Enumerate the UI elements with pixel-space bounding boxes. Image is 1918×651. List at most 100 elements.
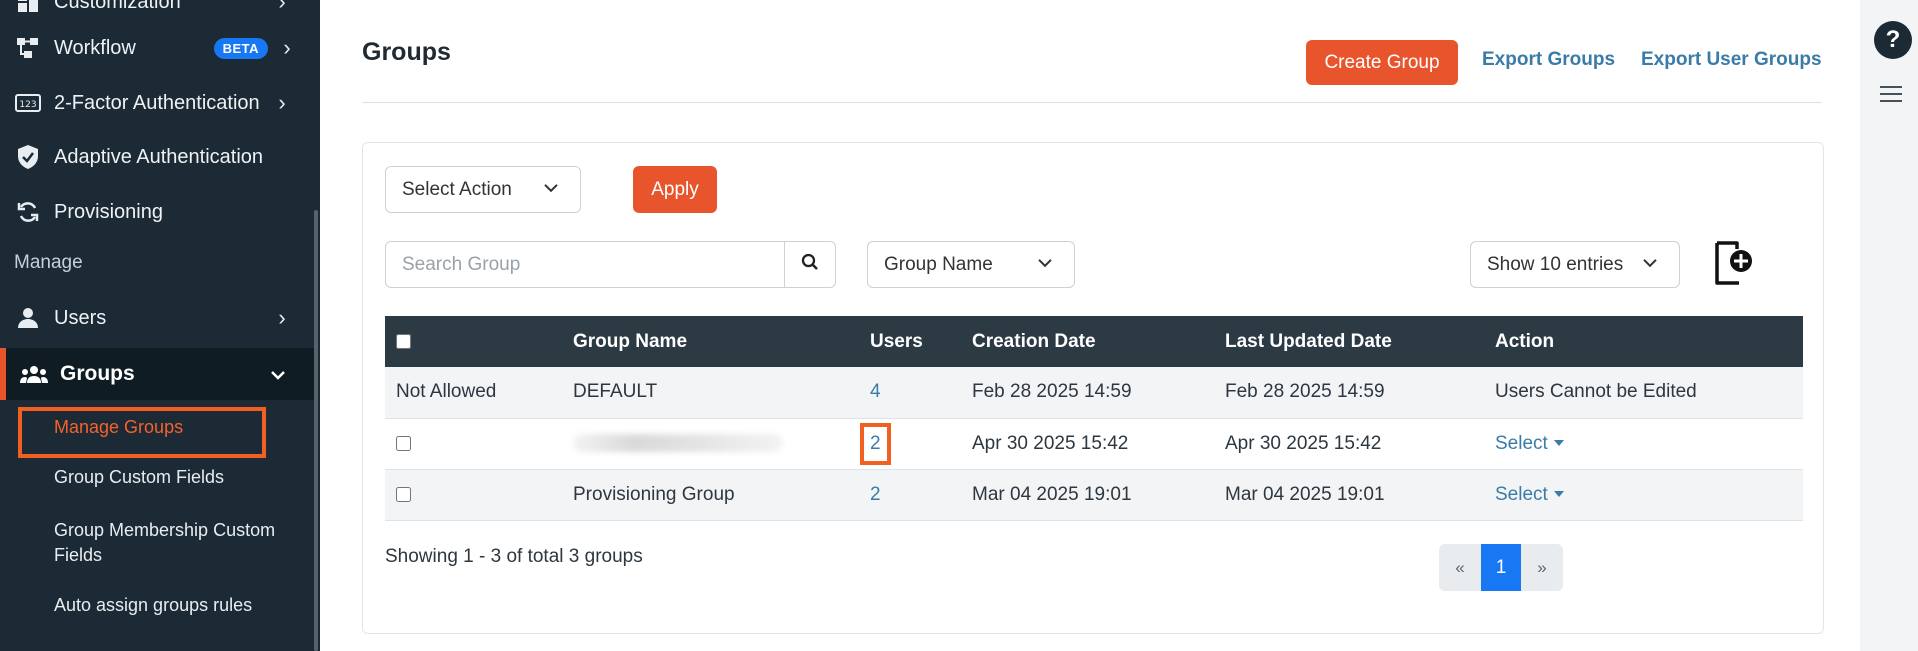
column-header-creation-date[interactable]: Creation Date	[961, 316, 1214, 367]
beta-badge: BETA	[213, 37, 268, 59]
entries-per-page-value: Show 10 entries	[1487, 253, 1624, 275]
chevron-down-icon	[540, 176, 562, 198]
chevron-down-icon	[270, 362, 294, 386]
column-header-group-name[interactable]: Group Name	[562, 316, 859, 367]
sidebar: Customization › Workflow BETA › 123 2-Fa…	[0, 0, 320, 651]
sidebar-item-label: 2-Factor Authentication	[54, 91, 260, 114]
pagination-next[interactable]: »	[1521, 544, 1563, 591]
group-name-filter-value: Group Name	[884, 253, 993, 275]
workflow-icon	[14, 34, 42, 62]
divider	[362, 102, 1822, 103]
cell-group-name: Provisioning Group	[573, 483, 735, 505]
chevron-right-icon: ›	[278, 90, 286, 115]
header-select-all	[385, 316, 562, 367]
chevron-right-icon: ›	[278, 0, 286, 14]
chevron-down-icon	[1034, 251, 1056, 273]
sidebar-item-label: Adaptive Authentication	[54, 145, 264, 168]
highlight-box: 2	[860, 422, 891, 465]
cell-group-name: DEFAULT	[573, 381, 658, 403]
sidebar-item-label: Provisioning	[54, 200, 163, 223]
123-icon: 123	[14, 89, 42, 117]
column-header-users[interactable]: Users	[859, 316, 961, 367]
pagination: « 1 »	[1439, 544, 1563, 591]
redacted-group-name	[573, 434, 783, 453]
select-all-checkbox[interactable]	[396, 333, 411, 349]
caret-down-icon	[1553, 440, 1564, 447]
dashboard-icon	[14, 0, 42, 16]
row-action-dropdown[interactable]: Select	[1495, 433, 1564, 454]
sidebar-subitem-auto-assign-groups-rules[interactable]: Auto assign groups rules	[54, 593, 252, 618]
sidebar-item-label: Customization	[54, 0, 181, 13]
cell-group-name	[562, 418, 859, 469]
pagination-prev[interactable]: «	[1439, 544, 1481, 591]
sidebar-scrollbar[interactable]	[314, 210, 318, 651]
cell-creation-date: Feb 28 2025 14:59	[972, 381, 1132, 403]
main-content: Groups Create Group Export Groups Export…	[320, 0, 1860, 651]
group-name-filter-dropdown[interactable]: Group Name	[867, 241, 1075, 288]
showing-count: Showing 1 - 3 of total 3 groups	[385, 546, 643, 567]
hamburger-menu-icon[interactable]	[1880, 86, 1902, 107]
user-icon	[14, 304, 42, 332]
table-row: Not Allowed DEFAULT 4 Feb 28 2025 14:59 …	[385, 367, 1803, 418]
cell-last-updated-date: Apr 30 2025 15:42	[1225, 432, 1382, 454]
groups-card: Select Action Apply Group Name Show 10 e…	[362, 142, 1824, 634]
sidebar-item-adaptive-authentication[interactable]: Adaptive Authentication	[0, 133, 314, 181]
table-row: Provisioning Group 2 Mar 04 2025 19:01 M…	[385, 469, 1803, 520]
create-group-button[interactable]: Create Group	[1306, 40, 1458, 85]
table-header-row: Group Name Users Creation Date Last Upda…	[385, 316, 1803, 367]
sidebar-item-provisioning[interactable]: Provisioning	[0, 188, 314, 236]
search-input[interactable]	[385, 241, 785, 288]
sidebar-item-groups[interactable]: Groups	[0, 348, 314, 400]
column-header-action: Action	[1495, 330, 1555, 352]
chevron-right-icon: ›	[283, 35, 291, 60]
cell-last-updated-date: Mar 04 2025 19:01	[1225, 483, 1385, 505]
column-header-last-updated-date[interactable]: Last Updated Date	[1214, 316, 1484, 367]
row-checkbox[interactable]	[396, 435, 411, 451]
add-document-icon[interactable]	[1713, 239, 1755, 287]
select-action-dropdown[interactable]: Select Action	[385, 166, 581, 213]
row-action-label: Select	[1495, 483, 1548, 505]
cell-action-text: Users Cannot be Edited	[1495, 381, 1697, 403]
shield-check-icon	[14, 143, 42, 171]
row-action-label: Select	[1495, 432, 1548, 454]
page-title: Groups	[362, 38, 451, 66]
sidebar-item-users[interactable]: Users ›	[0, 294, 314, 342]
sidebar-subitem-group-custom-fields[interactable]: Group Custom Fields	[54, 465, 224, 490]
right-rail: ?	[1860, 0, 1918, 651]
sidebar-item-2fa[interactable]: 123 2-Factor Authentication ›	[0, 79, 314, 127]
cell-users-link[interactable]: 2	[870, 484, 881, 505]
select-action-value: Select Action	[402, 178, 512, 200]
pagination-page-1[interactable]: 1	[1481, 544, 1521, 591]
sidebar-subitem-group-membership-custom-fields[interactable]: Group Membership Custom Fields	[54, 518, 304, 568]
entries-per-page-dropdown[interactable]: Show 10 entries	[1470, 241, 1680, 288]
cell-last-updated-date: Feb 28 2025 14:59	[1225, 381, 1385, 403]
sidebar-item-label: Workflow	[54, 36, 136, 59]
export-user-groups-link[interactable]: Export User Groups	[1641, 49, 1822, 71]
cell-creation-date: Apr 30 2025 15:42	[972, 432, 1129, 454]
sidebar-item-workflow[interactable]: Workflow BETA ›	[0, 24, 314, 72]
chevron-right-icon: ›	[278, 305, 286, 330]
sidebar-subitem-manage-groups[interactable]: Manage Groups	[54, 415, 183, 440]
row-select-text: Not Allowed	[396, 381, 497, 403]
table-row: 2 Apr 30 2025 15:42 Apr 30 2025 15:42 Se…	[385, 418, 1803, 469]
sync-icon	[14, 198, 42, 226]
apply-button[interactable]: Apply	[633, 166, 717, 213]
row-checkbox[interactable]	[396, 486, 411, 502]
users-group-icon	[20, 364, 48, 384]
export-groups-link[interactable]: Export Groups	[1482, 49, 1615, 71]
cell-creation-date: Mar 04 2025 19:01	[972, 483, 1132, 505]
svg-text:123: 123	[19, 100, 36, 110]
search-icon	[801, 253, 819, 276]
sidebar-item-label: Users	[54, 306, 107, 329]
sidebar-item-label: Groups	[60, 362, 135, 385]
groups-table: Group Name Users Creation Date Last Upda…	[385, 316, 1803, 521]
search-button[interactable]	[784, 241, 836, 288]
cell-users-link[interactable]: 2	[870, 433, 881, 454]
caret-down-icon	[1553, 491, 1564, 498]
sidebar-item-customization[interactable]: Customization ›	[0, 0, 314, 26]
row-action-dropdown[interactable]: Select	[1495, 484, 1564, 505]
help-button[interactable]: ?	[1874, 21, 1912, 59]
cell-users-link[interactable]: 4	[870, 381, 881, 402]
sidebar-section-manage: Manage	[14, 252, 83, 273]
chevron-down-icon	[1639, 251, 1661, 273]
